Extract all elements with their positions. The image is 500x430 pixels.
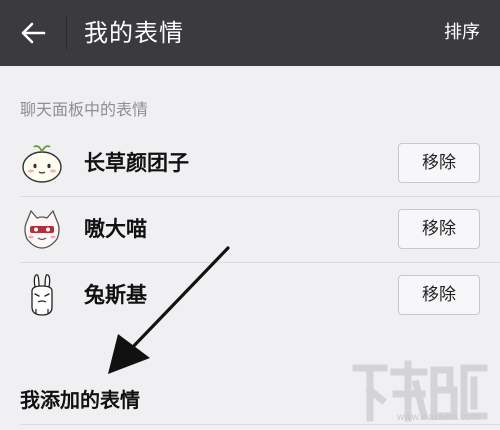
- cat-sticker-icon: [24, 209, 60, 249]
- top-bar: 我的表情 排序: [0, 0, 500, 66]
- divider: [20, 424, 500, 425]
- sort-button[interactable]: 排序: [444, 0, 480, 66]
- sticker-row-dango: 长草颜团子 移除: [0, 130, 500, 196]
- sticker-row-rabbit: 兔斯基 移除: [0, 262, 500, 328]
- sticker-name: 嗷大喵: [84, 217, 147, 241]
- header-divider: [66, 16, 67, 50]
- rabbit-sticker-icon: [31, 274, 53, 316]
- chat-panel-sticker-list: 长草颜团子 移除 嗷大喵 移除 兔斯基 移除: [0, 130, 500, 328]
- watermark-url: www.xiazaiba.com: [397, 412, 480, 423]
- dango-sticker-icon: [22, 145, 62, 183]
- remove-button[interactable]: 移除: [398, 143, 480, 183]
- remove-button[interactable]: 移除: [398, 209, 480, 249]
- my-added-stickers-item[interactable]: 我添加的表情: [20, 384, 140, 413]
- remove-button[interactable]: 移除: [398, 275, 480, 315]
- page-title: 我的表情: [84, 19, 184, 47]
- sticker-name: 兔斯基: [84, 283, 147, 307]
- back-button[interactable]: [0, 0, 66, 66]
- chat-panel-section-title: 聊天面板中的表情: [20, 100, 149, 119]
- sticker-row-cat: 嗷大喵 移除: [0, 196, 500, 262]
- sticker-name: 长草颜团子: [84, 151, 189, 175]
- arrow-left-icon: [21, 22, 46, 44]
